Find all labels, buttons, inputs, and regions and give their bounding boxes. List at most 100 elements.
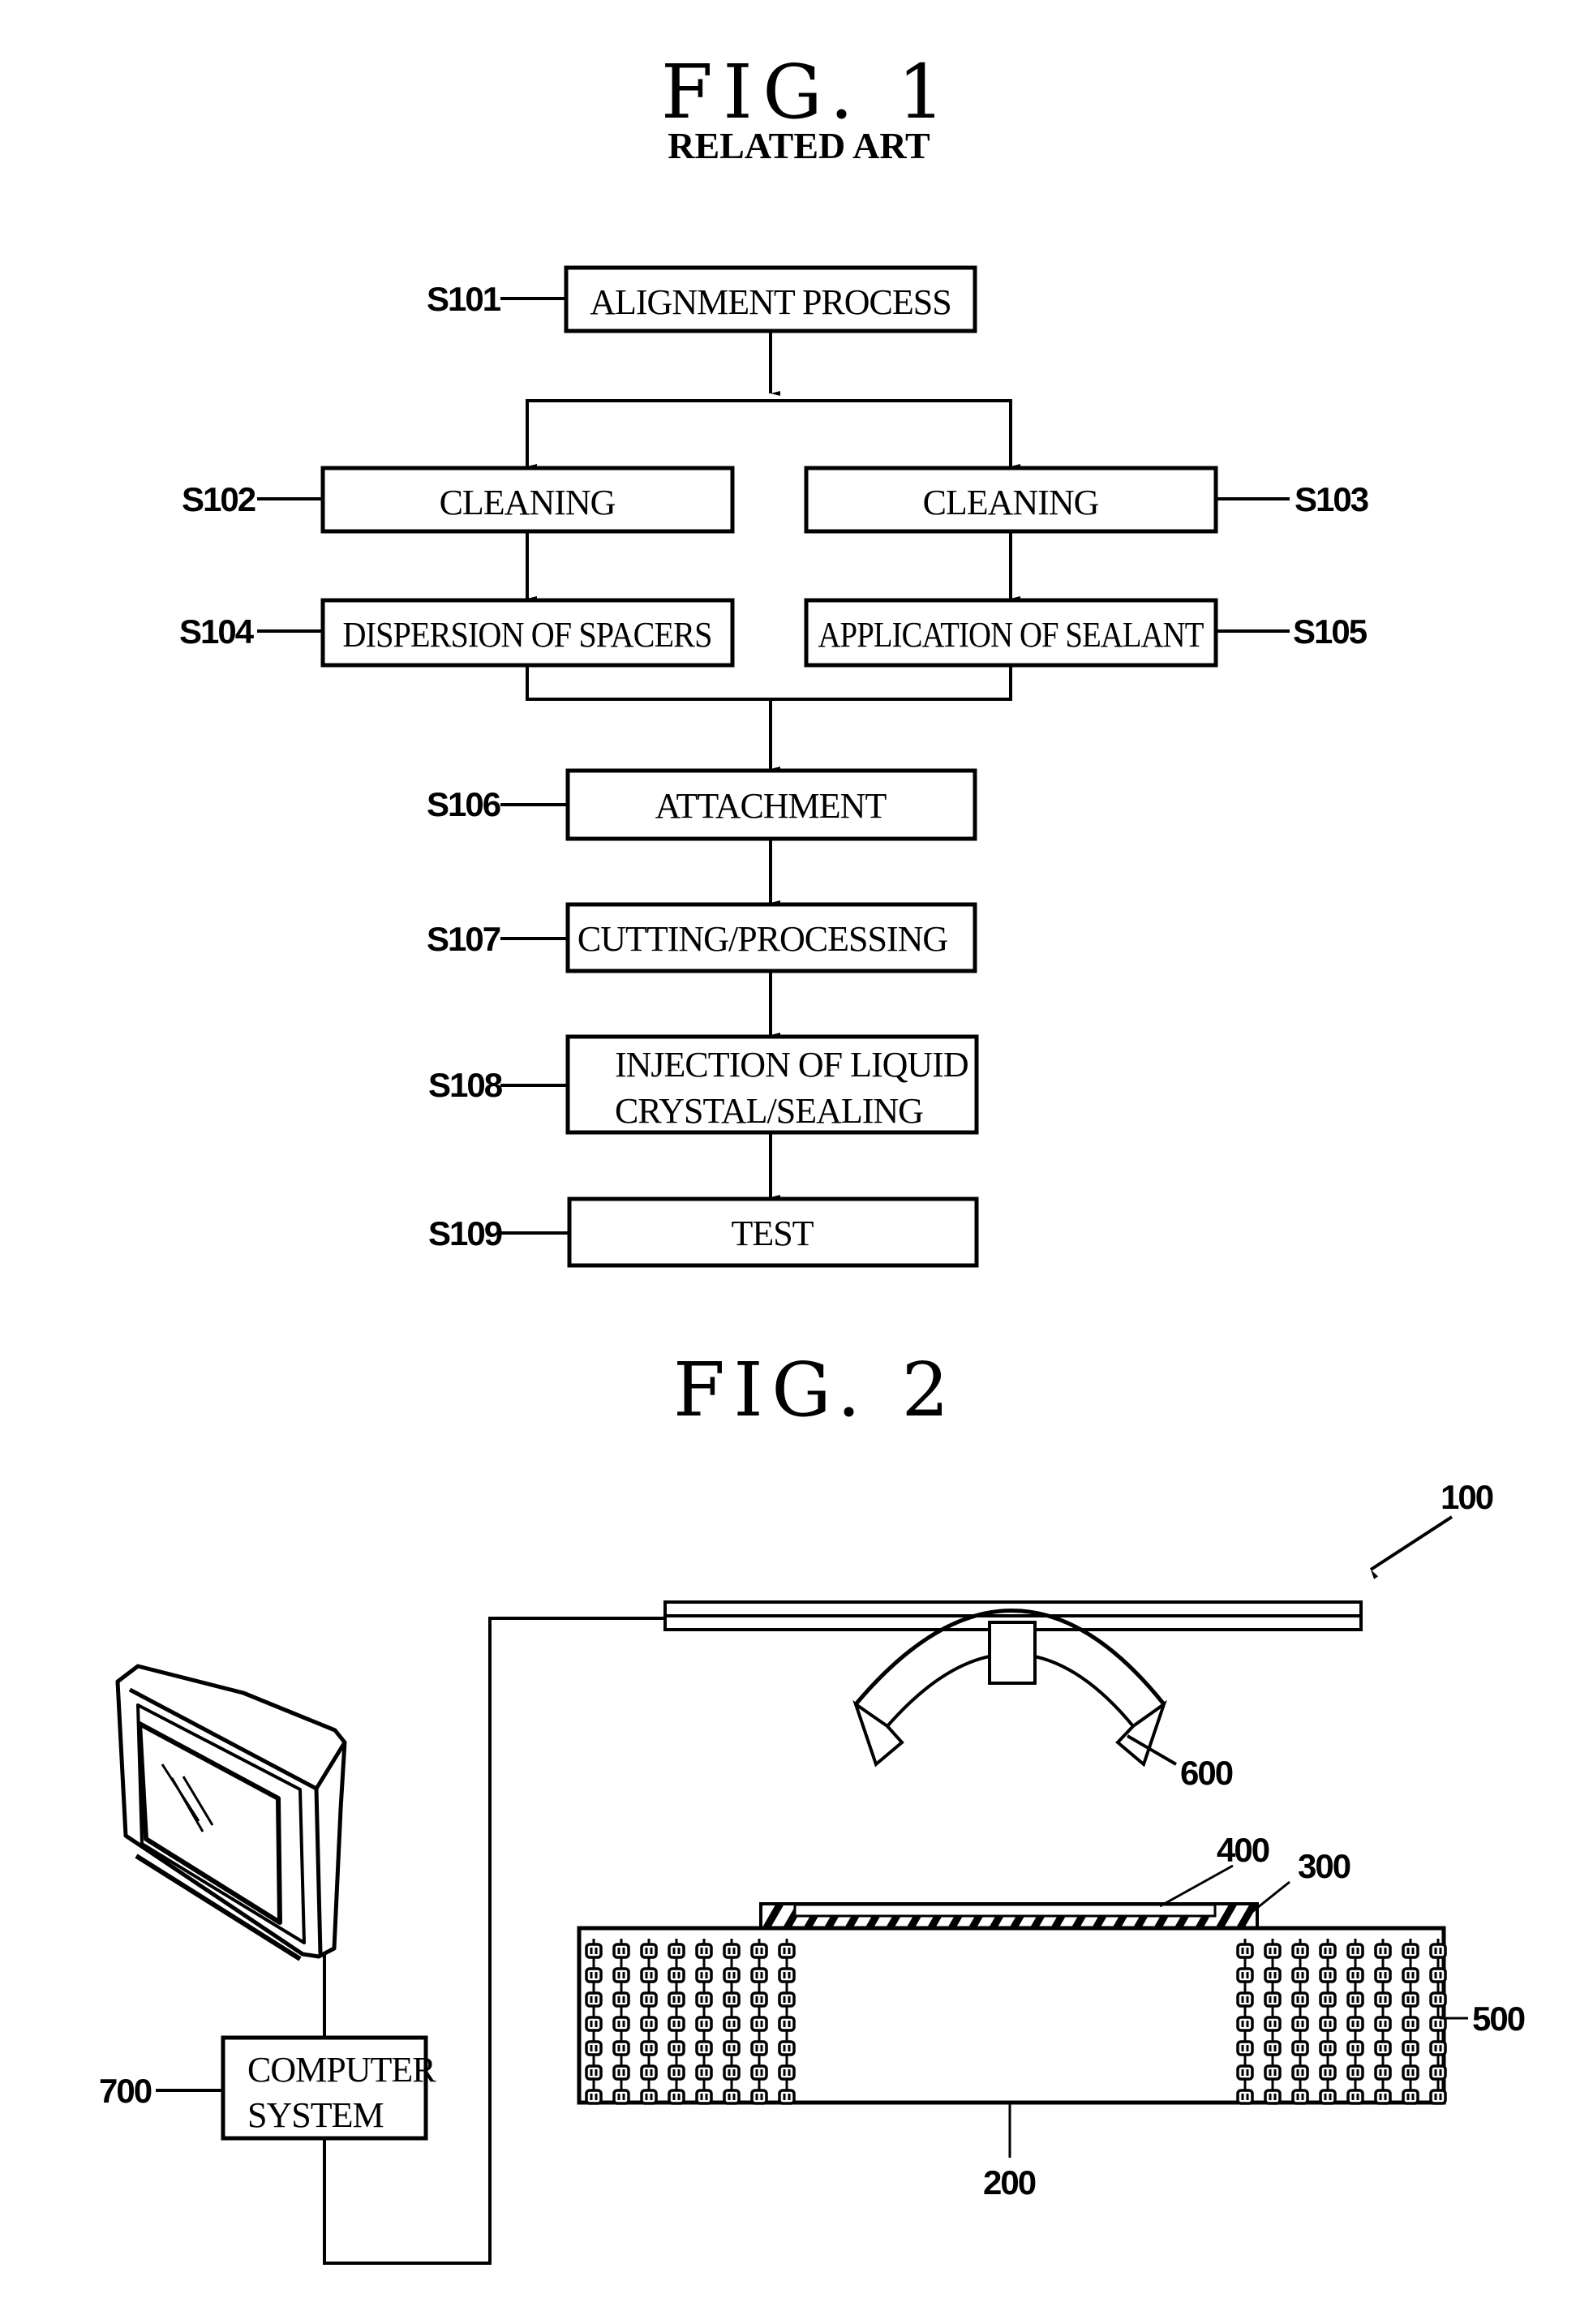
step-id: S108 — [428, 1066, 503, 1104]
heater-cell — [640, 2040, 658, 2056]
step-s109: TEST S109 — [428, 1196, 979, 1268]
figure-2: FIG. 2 100 600 400 300 500 200 COMPUTER … — [99, 1347, 1526, 2265]
step-label: CLEANING — [923, 483, 1099, 522]
heater-cell — [1429, 1967, 1447, 1983]
heater-cell — [1374, 2040, 1392, 2056]
step-s103: CLEANING S103 — [804, 466, 1370, 534]
step-label-line1: INJECTION OF LIQUID — [615, 1045, 968, 1085]
heater-cell — [750, 2064, 768, 2081]
step-label: ATTACHMENT — [655, 786, 887, 826]
heater-cell — [668, 1943, 685, 1959]
heater-cell — [1319, 2064, 1337, 2081]
heater-cell — [585, 2089, 603, 2105]
heater-cell — [585, 2064, 603, 2081]
heater-cell — [723, 1991, 741, 2008]
stage — [577, 1926, 1468, 2158]
heater-cell — [1236, 2064, 1254, 2081]
heater-cell — [1236, 1967, 1254, 1983]
heater-cell — [612, 2064, 630, 2081]
heater-cell — [1264, 2064, 1282, 2081]
heater-cell — [1402, 1967, 1419, 1983]
step-id: S109 — [428, 1214, 502, 1252]
heater-cell — [1374, 2016, 1392, 2032]
heater-cell — [1374, 1943, 1392, 1959]
heater-cell — [1429, 2089, 1447, 2105]
heater-cell — [1264, 1991, 1282, 2008]
heater-cell — [723, 2064, 741, 2081]
heater-cell — [585, 2040, 603, 2056]
step-label: CLEANING — [440, 483, 616, 522]
step-label: TEST — [731, 1214, 814, 1253]
heater-cell — [750, 1943, 768, 1959]
heater-cell — [1402, 2064, 1419, 2081]
ref-100-arrow — [1369, 1515, 1453, 1579]
heater-cell — [1346, 2089, 1364, 2105]
heater-cell — [1346, 1991, 1364, 2008]
heater-cell — [1346, 2064, 1364, 2081]
computer-label-line2: SYSTEM — [247, 2095, 384, 2135]
step-s107: CUTTING/PROCESSING S107 — [427, 902, 977, 973]
heater-cell — [1346, 2040, 1364, 2056]
ref-200-label: 200 — [983, 2163, 1036, 2202]
heater-cell — [1402, 1943, 1419, 1959]
substrate-assembly — [759, 1864, 1290, 1930]
heater-cell — [1429, 2064, 1447, 2081]
ref-700-label: 700 — [99, 2072, 152, 2110]
heater-cell — [668, 1991, 685, 2008]
heater-cell — [640, 1991, 658, 2008]
heater-cell — [1264, 1967, 1282, 1983]
step-label: ALIGNMENT PROCESS — [590, 282, 951, 322]
step-s101: ALIGNMENT PROCESS S101 — [427, 265, 977, 333]
heater-cell — [750, 1991, 768, 2008]
step-id: S106 — [427, 785, 500, 823]
heater-cell — [612, 2016, 630, 2032]
ref-400-label: 400 — [1217, 1831, 1269, 1869]
heater-cell — [1264, 2040, 1282, 2056]
heater-cell — [1429, 2040, 1447, 2056]
heater-cell — [1402, 1991, 1419, 2008]
heater-cell — [668, 2064, 685, 2081]
heater-cell — [585, 1943, 603, 1959]
heater-cell — [668, 2089, 685, 2105]
heater-cell — [1346, 1943, 1364, 1959]
heater-cell — [1236, 2016, 1254, 2032]
heater-cell — [585, 2016, 603, 2032]
heater-cell — [1291, 1991, 1309, 2008]
heater-cell — [1291, 2089, 1309, 2105]
fig2-title: FIG. 2 — [673, 1347, 949, 1433]
heater-cell — [640, 2064, 658, 2081]
heater-cell — [1374, 1991, 1392, 2008]
heater-cell — [778, 1943, 796, 1959]
heater-cell — [668, 2016, 685, 2032]
heater-cell — [640, 1967, 658, 1983]
heater-cell — [1236, 1943, 1254, 1959]
heater-cell — [778, 1967, 796, 1983]
heater-cell — [1319, 1967, 1337, 1983]
step-s105: APPLICATION OF SEALANT S105 — [804, 598, 1369, 668]
heater-cell — [778, 2016, 796, 2032]
step-id: S105 — [1293, 612, 1368, 651]
heater-cell — [1374, 2089, 1392, 2105]
heater-cell — [1264, 2016, 1282, 2032]
step-id: S103 — [1295, 480, 1368, 518]
heater-cell — [640, 1943, 658, 1959]
heater-cell — [1291, 1943, 1309, 1959]
heater-cell — [750, 2089, 768, 2105]
heater-cell — [1374, 2064, 1392, 2081]
heater-cell — [1374, 1967, 1392, 1983]
step-label-line2: CRYSTAL/SEALING — [615, 1091, 923, 1131]
heater-cell — [1346, 1967, 1364, 1983]
heater-cell — [1402, 2089, 1419, 2105]
ref-100: 100 — [1369, 1478, 1495, 1579]
monitor-icon — [115, 1664, 347, 1961]
ref-300-leader — [1248, 1880, 1290, 1916]
heater-cell — [723, 2089, 741, 2105]
heater-cell — [1291, 2040, 1309, 2056]
step-label: DISPERSION OF SPACERS — [343, 615, 712, 655]
heater-cell — [750, 1967, 768, 1983]
step-label: CUTTING/PROCESSING — [578, 919, 947, 959]
heater-cell — [1236, 2040, 1254, 2056]
heater-cell — [1429, 1943, 1447, 1959]
heater-cell — [1291, 2064, 1309, 2081]
heater-cell — [695, 1967, 713, 1983]
